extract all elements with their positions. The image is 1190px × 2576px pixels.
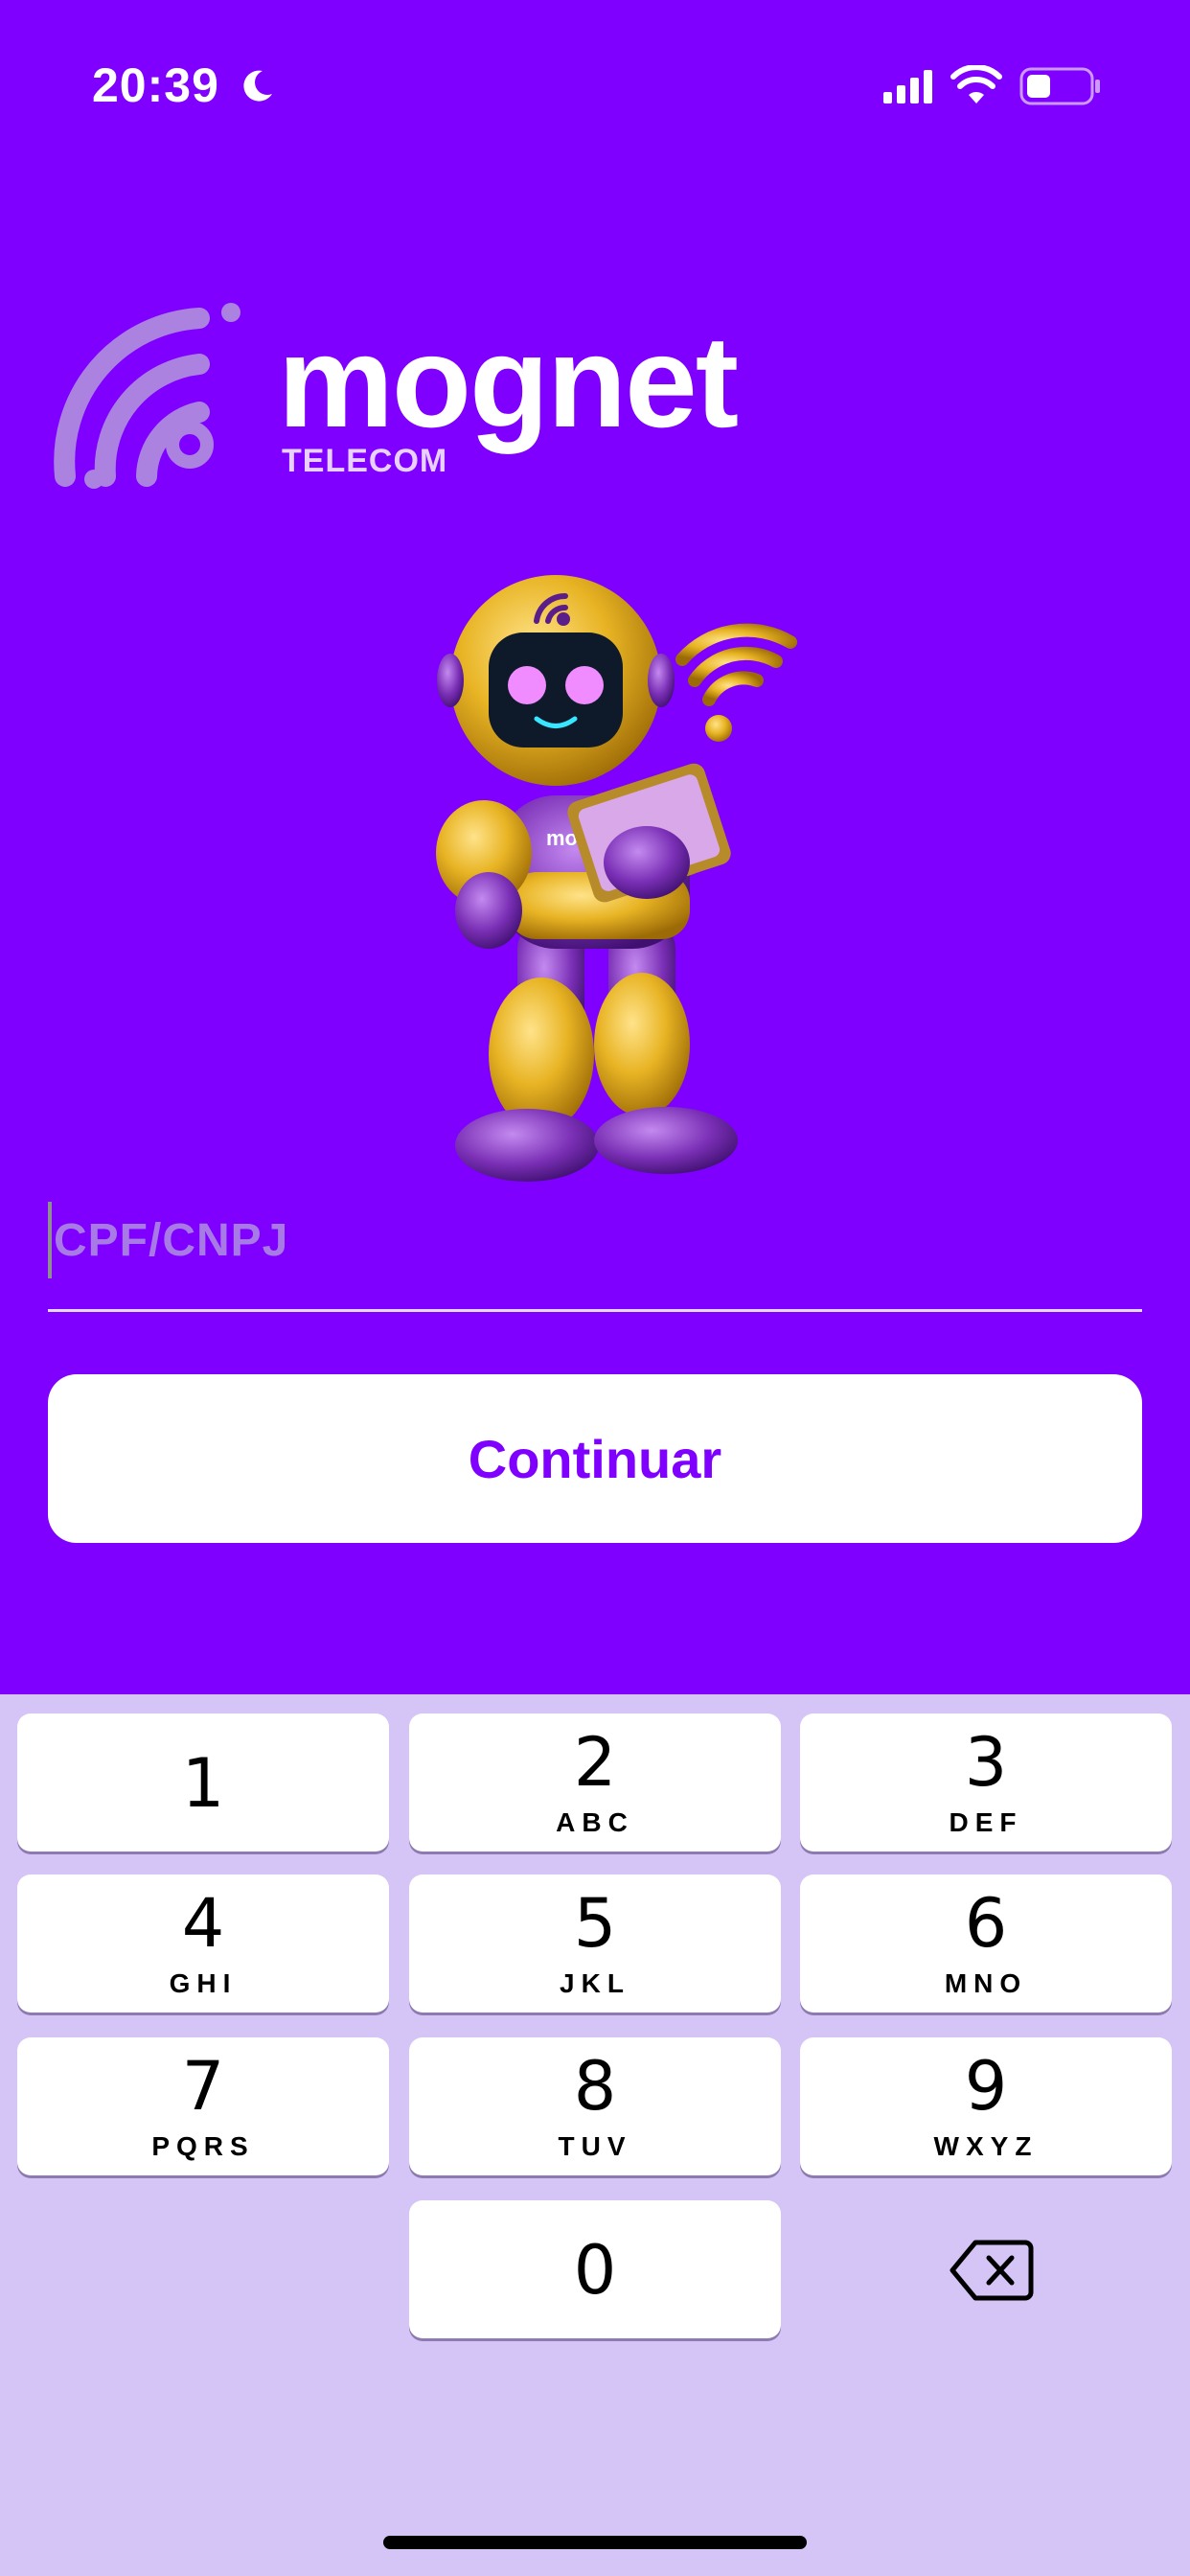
key-digit: 5 [573, 1884, 617, 1963]
key-digit: 2 [573, 1723, 617, 1802]
continue-button[interactable]: Continuar [48, 1374, 1142, 1543]
logo-wordmark: mognet [278, 309, 739, 454]
key-digit: 7 [181, 2047, 225, 2126]
status-time: 20:39 [92, 58, 219, 112]
key-8[interactable]: 8 TUV [409, 2037, 781, 2175]
key-6[interactable]: 6 MNO [800, 1874, 1172, 2012]
key-0[interactable]: 0 [409, 2200, 781, 2338]
key-digit: 3 [964, 1723, 1008, 1802]
key-letters: ABC [556, 1807, 634, 1837]
key-2[interactable]: 2 ABC [409, 1714, 781, 1852]
key-5[interactable]: 5 JKL [409, 1874, 781, 2012]
logo-wifi-mark [54, 303, 240, 489]
moon-icon [243, 70, 272, 102]
wifi-icon [950, 65, 1002, 104]
key-letters: DEF [949, 1807, 1023, 1837]
key-letters: PQRS [151, 2131, 255, 2161]
key-3[interactable]: 3 DEF [800, 1714, 1172, 1852]
login-screen: 20:39 mognet TELECOM mogn CPF/CNPJ Conti… [0, 0, 1190, 1694]
key-4[interactable]: 4 GHI [17, 1874, 389, 2012]
home-indicator [383, 2536, 807, 2549]
key-digit: 4 [181, 1884, 225, 1963]
cellular-signal-icon [883, 70, 932, 104]
numeric-keyboard: 1 2 ABC 3 DEF 4 GHI 5 JKL 6 MNO 7 PQRS 8… [0, 1694, 1190, 2576]
key-7[interactable]: 7 PQRS [17, 2037, 389, 2175]
text-cursor [48, 1202, 52, 1278]
cpf-cnpj-input[interactable] [54, 1198, 1136, 1282]
backspace-icon[interactable] [949, 2237, 1035, 2304]
robot-mascot-image: mogn [436, 575, 797, 1182]
key-letters: GHI [169, 1968, 238, 1998]
key-1[interactable]: 1 [17, 1714, 389, 1852]
key-digit: 9 [964, 2047, 1008, 2126]
key-digit: 0 [573, 2231, 617, 2310]
key-digit: 1 [181, 1744, 225, 1823]
battery-icon [1019, 67, 1100, 105]
key-letters: MNO [944, 1968, 1028, 1998]
cpf-cnpj-field[interactable] [48, 1198, 1142, 1313]
key-9[interactable]: 9 WXYZ [800, 2037, 1172, 2175]
key-letters: TUV [558, 2131, 632, 2161]
input-underline [48, 1309, 1142, 1312]
key-letters: JKL [560, 1968, 630, 1998]
key-letters: WXYZ [933, 2131, 1039, 2161]
key-digit: 8 [573, 2047, 617, 2126]
key-digit: 6 [964, 1884, 1008, 1963]
logo-subtitle: TELECOM [282, 443, 448, 479]
